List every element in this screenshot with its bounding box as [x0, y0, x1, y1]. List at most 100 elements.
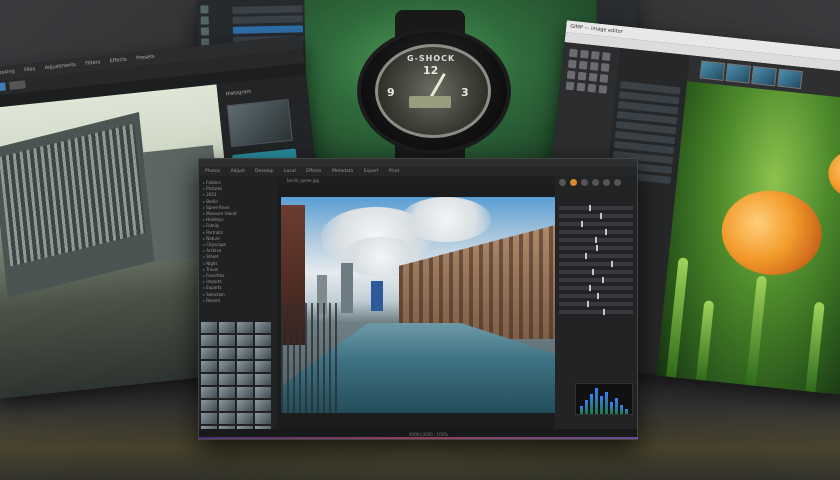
tool-icon[interactable]	[200, 16, 209, 25]
slider[interactable]	[559, 253, 633, 259]
menu-item[interactable]: Local	[284, 169, 296, 174]
thumbnail[interactable]	[219, 335, 235, 346]
panel-tab-icon[interactable]	[614, 179, 621, 186]
slider[interactable]	[559, 285, 633, 291]
slider-handle[interactable]	[588, 285, 591, 291]
thumbnail[interactable]	[219, 439, 235, 440]
menu-item[interactable]: Processing	[0, 68, 15, 77]
thumbnail[interactable]	[255, 335, 271, 346]
thumbnail[interactable]	[201, 322, 217, 333]
main-photo-canvas[interactable]	[281, 197, 571, 413]
slider-handle[interactable]	[588, 205, 591, 211]
tool-icon[interactable]	[565, 81, 575, 91]
thumbnail[interactable]	[219, 361, 235, 372]
thumbnail[interactable]	[237, 439, 253, 440]
menu-item[interactable]: Presets	[136, 54, 155, 62]
list-item-selected[interactable]	[232, 25, 303, 34]
thumbnail[interactable]	[255, 439, 271, 440]
image-tab[interactable]	[699, 60, 726, 81]
thumbnail[interactable]	[237, 361, 253, 372]
slider[interactable]	[559, 261, 633, 267]
thumbnail[interactable]	[237, 322, 253, 333]
slider-handle[interactable]	[610, 261, 613, 267]
slider[interactable]	[559, 269, 633, 275]
image-tab[interactable]	[777, 68, 803, 90]
menu-item[interactable]: Photos	[205, 169, 220, 174]
panel-tab-icon[interactable]	[581, 179, 588, 186]
thumbnail[interactable]	[237, 348, 253, 359]
slider-handle[interactable]	[587, 301, 590, 307]
tool-icon[interactable]	[578, 60, 588, 70]
panel-tab-icon-active[interactable]	[570, 179, 577, 186]
slider-handle[interactable]	[597, 293, 600, 299]
tool-icon[interactable]	[200, 5, 209, 14]
thumbnail[interactable]	[219, 413, 235, 424]
menu-item[interactable]: Develop	[255, 169, 274, 174]
slider-handle[interactable]	[592, 269, 595, 275]
list-item[interactable]	[232, 15, 303, 24]
slider[interactable]	[559, 293, 633, 299]
menu-item[interactable]: Export	[364, 169, 379, 174]
tool-icon[interactable]	[600, 63, 610, 72]
image-tab[interactable]	[751, 65, 777, 87]
thumbnail[interactable]	[255, 348, 271, 359]
thumbnail[interactable]	[201, 335, 217, 346]
tool-icon[interactable]	[587, 83, 597, 93]
thumbnail[interactable]	[201, 413, 217, 424]
tool-icon[interactable]	[598, 84, 608, 94]
slider[interactable]	[559, 237, 633, 243]
thumbnail[interactable]	[219, 348, 235, 359]
tool-icon[interactable]	[601, 52, 611, 61]
panel-tab-icon[interactable]	[603, 179, 610, 186]
thumbnail[interactable]	[201, 374, 217, 385]
slider[interactable]	[559, 205, 633, 211]
tool-icon[interactable]	[579, 49, 589, 59]
menu-item[interactable]: Metadata	[332, 169, 353, 174]
slider-handle[interactable]	[581, 221, 584, 227]
slider[interactable]	[559, 309, 633, 315]
thumbnail[interactable]	[201, 439, 217, 440]
tool-icon[interactable]	[590, 50, 600, 60]
thumbnail[interactable]	[255, 322, 271, 333]
image-tab[interactable]	[725, 63, 752, 84]
slider[interactable]	[559, 245, 633, 251]
thumbnail[interactable]	[201, 387, 217, 398]
slider[interactable]	[559, 221, 633, 227]
slider-handle[interactable]	[604, 229, 607, 235]
tool-icon[interactable]	[589, 61, 599, 71]
menu-item[interactable]: Print	[389, 169, 399, 174]
thumbnail[interactable]	[237, 387, 253, 398]
thumbnail[interactable]	[255, 374, 271, 385]
thumbnail[interactable]	[201, 361, 217, 372]
slider-handle[interactable]	[599, 213, 602, 219]
thumbnail[interactable]	[237, 374, 253, 385]
thumbnail[interactable]	[237, 400, 253, 411]
panel-tab-icon[interactable]	[559, 179, 566, 186]
tool-icon[interactable]	[566, 70, 576, 80]
thumbnail[interactable]	[255, 387, 271, 398]
menu-item[interactable]: Adjust	[231, 169, 245, 174]
slider[interactable]	[559, 301, 633, 307]
thumbnail[interactable]	[255, 413, 271, 424]
thumbnail[interactable]	[219, 374, 235, 385]
menu-item[interactable]: Filters	[85, 59, 101, 67]
thumbnail[interactable]	[237, 413, 253, 424]
menu-item[interactable]: Effects	[110, 57, 128, 65]
thumbnail[interactable]	[201, 348, 217, 359]
slider-handle[interactable]	[584, 253, 587, 259]
tool-icon[interactable]	[588, 72, 598, 82]
thumbnail[interactable]	[237, 335, 253, 346]
menu-item[interactable]: Effects	[306, 169, 321, 174]
folder-item[interactable]: Recent	[203, 298, 273, 304]
tool-icon[interactable]	[599, 74, 609, 83]
tool-icon[interactable]	[576, 82, 586, 92]
panel-tab-icon[interactable]	[592, 179, 599, 186]
thumbnail[interactable]	[219, 322, 235, 333]
thumbnail[interactable]	[255, 400, 271, 411]
slider-handle[interactable]	[601, 277, 604, 283]
slider[interactable]	[559, 277, 633, 283]
thumbnail[interactable]	[219, 400, 235, 411]
slider-handle[interactable]	[596, 245, 598, 251]
tool-icon[interactable]	[200, 27, 210, 36]
slider[interactable]	[559, 213, 633, 219]
